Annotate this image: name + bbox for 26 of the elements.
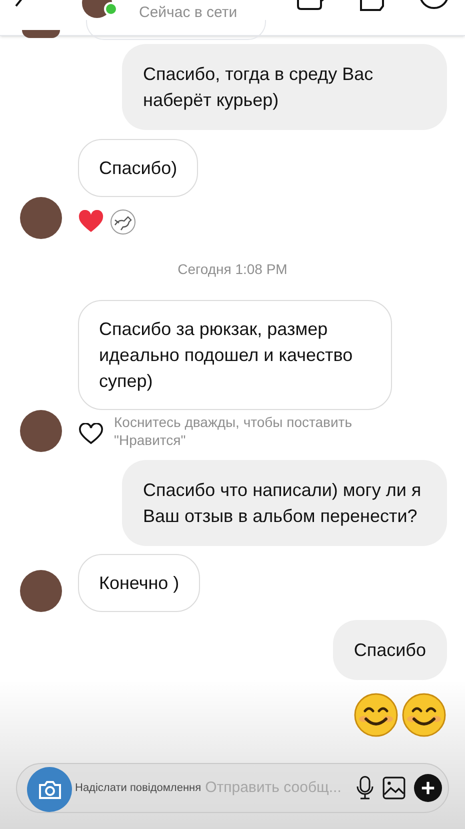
status-text: Сейчас в сети	[139, 3, 238, 23]
avatar[interactable]	[20, 197, 62, 239]
flag-icon[interactable]	[358, 0, 386, 12]
sent-message: Спасибо что написали) могу ли я Ваш отзыв в альбом перенести?	[122, 460, 447, 546]
avatar[interactable]	[20, 570, 62, 612]
overlay-caption: Надіслати повідомлення	[75, 780, 202, 796]
message-input[interactable]: Надіслати повідомлення Отправить сообщ...	[16, 763, 449, 813]
avatar[interactable]	[22, 30, 60, 38]
avatar[interactable]	[20, 410, 62, 452]
heart-icon[interactable]	[78, 210, 104, 234]
received-message: Спасибо)	[78, 139, 198, 197]
heart-outline-icon[interactable]	[78, 423, 104, 445]
plus-icon[interactable]	[414, 774, 442, 802]
sent-message: Спасибо	[332, 620, 447, 680]
smiling-face-icon	[353, 692, 399, 738]
received-message: Спасибо за рюкзак, размер идеально подошел и качество супер)	[78, 300, 392, 410]
smiling-face-icon	[401, 692, 447, 738]
camera-button[interactable]	[27, 767, 72, 812]
input-placeholder: Отправить сообщ...	[205, 778, 342, 798]
received-message: Конечно )	[78, 554, 200, 612]
timestamp: Сегодня 1:08 PM	[178, 260, 288, 279]
microphone-icon[interactable]	[356, 775, 374, 801]
like-hint: Коснитесь дважды, чтобы поставить "Нравится"	[114, 413, 354, 449]
camera-icon	[38, 780, 62, 800]
image-icon[interactable]	[382, 776, 406, 800]
sent-message: Спасибо, тогда в среду Вас наберёт курьер)	[122, 44, 447, 130]
